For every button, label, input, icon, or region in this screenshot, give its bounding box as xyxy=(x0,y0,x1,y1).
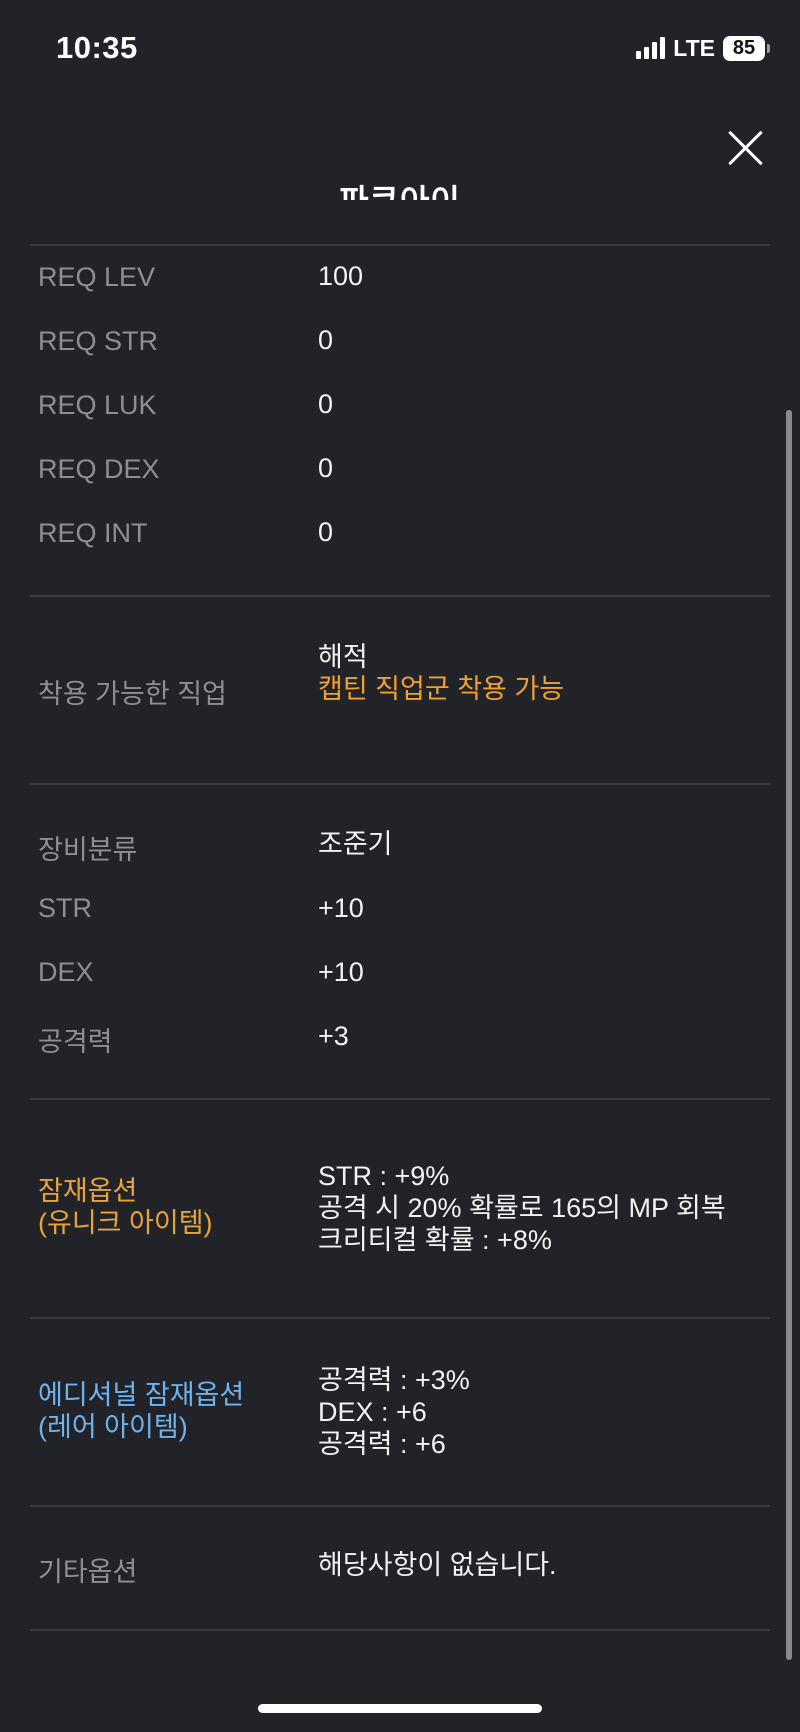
attack-value: +3 xyxy=(318,1021,349,1051)
battery-icon: 85 xyxy=(723,35,770,61)
req-str-value: 0 xyxy=(318,325,334,355)
additional-potential-grade: (레어 아이템) xyxy=(38,1412,188,1442)
job-note: 캡틴 직업군 착용 가능 xyxy=(318,674,565,704)
home-indicator[interactable] xyxy=(258,1704,542,1713)
str-label: STR xyxy=(38,893,92,923)
divider xyxy=(30,783,770,785)
equip-type-value: 조준기 xyxy=(318,829,393,859)
dex-value: +10 xyxy=(318,957,364,987)
dex-label: DEX xyxy=(38,957,94,987)
job-label: 착용 가능한 직업 xyxy=(38,679,227,709)
additional-potential-line: DEX : +6 xyxy=(318,1397,427,1427)
req-lev-label: REQ LEV xyxy=(38,262,156,292)
divider xyxy=(30,595,770,597)
req-luk-value: 0 xyxy=(318,389,334,419)
req-str-label: REQ STR xyxy=(38,326,159,356)
title-area: 파쿠아이 xyxy=(0,170,800,200)
req-dex-value: 0 xyxy=(318,453,334,483)
equip-type-label: 장비분류 xyxy=(38,835,138,865)
req-lev-value: 100 xyxy=(318,261,364,291)
network-type: LTE xyxy=(673,34,715,61)
scrollbar[interactable] xyxy=(786,410,792,1660)
status-time: 10:35 xyxy=(56,30,138,65)
potential-line: 크리티컬 확률 : +8% xyxy=(318,1225,552,1255)
req-dex-label: REQ DEX xyxy=(38,454,160,484)
divider xyxy=(30,1629,770,1631)
potential-grade: (유니크 아이템) xyxy=(38,1208,213,1238)
potential-label: 잠재옵션 xyxy=(38,1176,138,1206)
item-detail-screen: 10:35 LTE 85 파쿠아이 REQ LEV 100 REQ STR 0 … xyxy=(0,0,800,1732)
potential-line: 공격 시 20% 확률로 165의 MP 회복 xyxy=(318,1193,726,1223)
req-int-value: 0 xyxy=(318,517,334,547)
battery-tip xyxy=(767,43,770,53)
status-bar: 10:35 LTE 85 xyxy=(0,0,800,100)
close-icon[interactable] xyxy=(726,128,766,168)
req-int-label: REQ INT xyxy=(38,518,148,548)
divider xyxy=(30,1098,770,1100)
potential-line: STR : +9% xyxy=(318,1161,450,1191)
page-title: 파쿠아이 xyxy=(0,176,800,200)
str-value: +10 xyxy=(318,893,364,923)
additional-potential-line: 공격력 : +6 xyxy=(318,1429,446,1459)
job-value: 해적 xyxy=(318,642,368,672)
req-luk-label: REQ LUK xyxy=(38,390,157,420)
status-indicators: LTE 85 xyxy=(636,34,770,62)
additional-potential-label: 에디셔널 잠재옵션 xyxy=(38,1380,245,1410)
other-options-label: 기타옵션 xyxy=(38,1557,138,1587)
divider xyxy=(30,244,770,246)
divider xyxy=(30,1317,770,1319)
additional-potential-line: 공격력 : +3% xyxy=(318,1365,470,1395)
other-options-value: 해당사항이 없습니다. xyxy=(318,1550,557,1580)
cellular-signal-icon xyxy=(636,37,666,59)
attack-label: 공격력 xyxy=(38,1027,113,1057)
battery-level: 85 xyxy=(723,35,765,61)
divider xyxy=(30,1505,770,1507)
